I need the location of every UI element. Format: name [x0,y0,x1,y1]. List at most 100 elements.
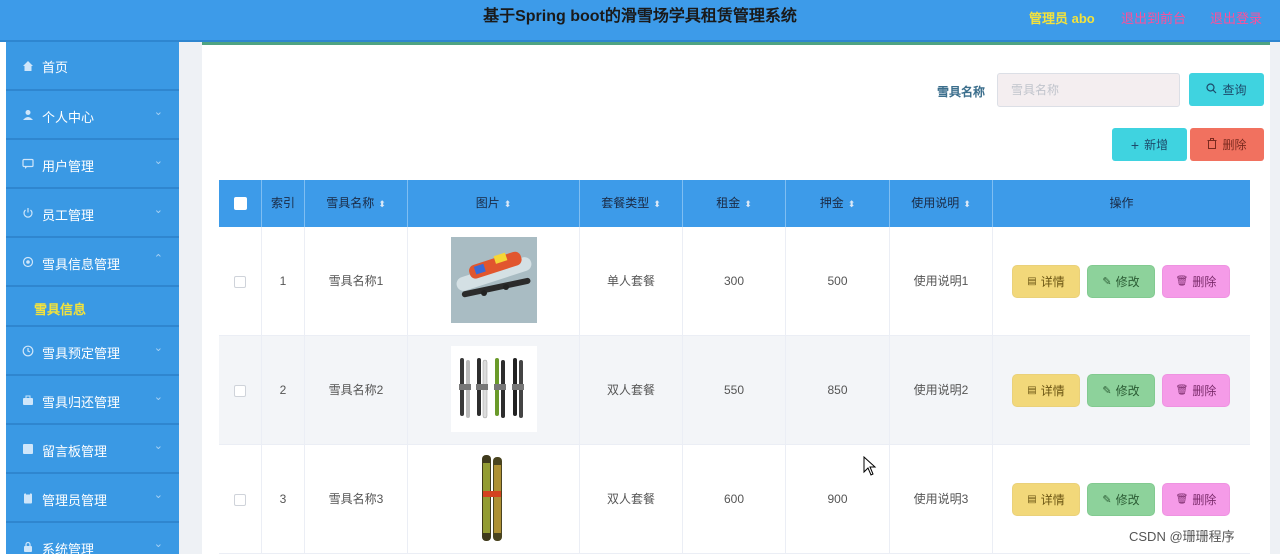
briefcase-icon [21,393,35,407]
chevron-down-icon: ⌄ [153,204,163,216]
header-rent[interactable]: 租金 ⬍ [683,180,786,227]
sidebar-item-label: 雪具预定管理 [42,346,121,361]
search-label: 雪具名称 [937,85,986,99]
edit-button[interactable]: ✎ 修改 [1087,374,1155,407]
sidebar-item-equipment-info[interactable]: 雪具信息管理 ⌃ [6,238,179,287]
pencil-icon: ✎ [1102,384,1112,397]
query-button-label: 查询 [1222,83,1247,97]
sort-icon[interactable]: ⬍ [504,199,512,209]
sidebar-item-label: 员工管理 [42,208,95,223]
remove-label: 删除 [1192,383,1217,398]
remove-button[interactable]: 🗑 删除 [1162,483,1230,516]
skis-image[interactable] [451,346,537,432]
add-button[interactable]: + 新增 [1112,128,1187,161]
cell-rent: 300 [683,227,786,335]
sort-icon[interactable]: ⬍ [848,199,856,209]
content-card: 雪具名称 查询 + 新增 删除 索引 雪具名称⬍ [202,42,1270,554]
sidebar-item-users[interactable]: 用户管理 ⌄ [6,140,179,189]
query-button[interactable]: 查询 [1189,73,1264,106]
detail-button[interactable]: ▤ 详情 [1012,483,1080,516]
row-checkbox[interactable] [234,384,246,397]
select-all-cell [219,180,262,227]
sidebar-item-booking[interactable]: 雪具预定管理 ⌄ [6,327,179,376]
document-icon: ▤ [1027,384,1037,396]
chevron-up-icon: ⌃ [153,253,163,265]
remove-label: 删除 [1192,274,1217,289]
chevron-down-icon: ⌄ [153,391,163,403]
logout-link[interactable]: 退出登录 [1210,8,1262,27]
detail-button[interactable]: ▤ 详情 [1012,374,1080,407]
header-label: 图片 [475,196,500,210]
sidebar-item-admins[interactable]: 管理员管理 ⌄ [6,474,179,523]
remove-button[interactable]: 🗑 删除 [1162,374,1230,407]
add-button-label: 新增 [1144,138,1169,152]
header-label: 雪具名称 [326,196,375,210]
sidebar-item-label: 管理员管理 [42,493,108,508]
ski-pair-image[interactable] [451,455,537,541]
detail-button[interactable]: ▤ 详情 [1012,265,1080,298]
remove-button[interactable]: 🗑 删除 [1162,265,1230,298]
edit-label: 修改 [1115,383,1140,398]
sidebar-item-staff[interactable]: 员工管理 ⌄ [6,189,179,238]
cell-package: 双人套餐 [580,336,683,444]
edit-button[interactable]: ✎ 修改 [1087,483,1155,516]
cell-name: 雪具名称2 [305,336,408,444]
delete-button-label: 删除 [1222,138,1247,152]
cell-rent: 600 [683,445,786,553]
cell-deposit: 850 [786,336,890,444]
header-label: 租金 [716,196,741,210]
edit-button[interactable]: ✎ 修改 [1087,265,1155,298]
cell-note: 使用说明2 [890,336,993,444]
cell-image [408,445,580,553]
sidebar-item-label: 首页 [42,60,69,75]
bulk-delete-button[interactable]: 删除 [1190,128,1264,161]
snowboard-image[interactable] [451,237,537,323]
back-to-front-link[interactable]: 退出到前台 [1121,8,1186,27]
chevron-down-icon: ⌄ [153,538,163,550]
sidebar-item-home[interactable]: 首页 [6,42,179,91]
sidebar-item-profile[interactable]: 个人中心 ⌄ [6,91,179,140]
cell-image [408,227,580,335]
chat-icon [21,157,35,171]
row-checkbox[interactable] [234,493,246,506]
detail-label: 详情 [1040,274,1065,289]
sort-icon[interactable]: ⬍ [744,199,752,209]
header-package[interactable]: 套餐类型 ⬍ [580,180,683,227]
header-note[interactable]: 使用说明 ⬍ [890,180,993,227]
header-deposit[interactable]: 押金 ⬍ [786,180,890,227]
sidebar-subitem-equipment[interactable]: 雪具信息 [6,287,179,327]
sidebar-item-label: 留言板管理 [42,444,108,459]
sidebar-item-label: 雪具归还管理 [42,395,121,410]
header-index: 索引 [262,180,305,227]
sidebar-item-messages[interactable]: 留言板管理 ⌄ [6,425,179,474]
sidebar-subitem-label: 雪具信息 [34,302,87,317]
search-input[interactable] [997,73,1180,107]
cell-package: 双人套餐 [580,445,683,553]
header-image[interactable]: 图片 ⬍ [408,180,580,227]
pencil-icon: ✎ [1102,493,1112,506]
chevron-down-icon: ⌄ [153,155,163,167]
row-checkbox[interactable] [234,275,246,288]
table-row: 1 雪具名称1 单人套餐 300 500 使用说明1 ▤ 详情 ✎ 修改 🗑 删… [219,227,1250,336]
main-area: 雪具名称 查询 + 新增 删除 索引 雪具名称⬍ [179,42,1280,554]
table-row: 2 雪具名称2 双人套餐 550 850 使用说明2 ▤ 详情 ✎ 修改 🗑 删… [219,336,1250,445]
cell-image [408,336,580,444]
row-select-cell [219,445,262,553]
sidebar-item-system[interactable]: 系统管理 ⌄ [6,523,179,554]
sidebar-item-label: 个人中心 [42,110,95,125]
header-name[interactable]: 雪具名称 ⬍ [305,180,408,227]
cell-index: 3 [262,445,305,553]
trash-icon: 🗑 [1175,275,1189,287]
cell-name: 雪具名称1 [305,227,408,335]
sort-icon[interactable]: ⬍ [378,199,386,209]
cell-package: 单人套餐 [580,227,683,335]
sort-icon[interactable]: ⬍ [653,199,661,209]
search-icon [1206,82,1217,97]
select-all-checkbox[interactable] [233,197,247,211]
chevron-down-icon: ⌄ [153,342,163,354]
sidebar-item-return[interactable]: 雪具归还管理 ⌄ [6,376,179,425]
top-header: 基于Spring boot的滑雪场学具租赁管理系统 管理员 abo 退出到前台 … [0,0,1280,42]
cell-actions: ▤ 详情 ✎ 修改 🗑 删除 [993,227,1250,335]
header-actions: 操作 [993,180,1250,227]
sort-icon[interactable]: ⬍ [963,199,971,209]
